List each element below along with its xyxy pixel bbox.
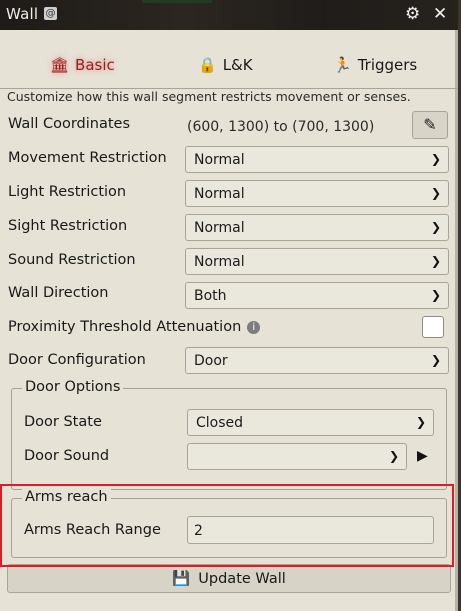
sight-restriction-value: Normal [194, 220, 245, 236]
tab-lk[interactable]: 🔒 L&K [198, 56, 253, 74]
sight-restriction-select[interactable]: Normal ❯ [185, 214, 449, 241]
close-icon[interactable]: ✕ [433, 4, 447, 24]
light-restriction-select[interactable]: Normal ❯ [185, 180, 449, 207]
proximity-threshold-text: Proximity Threshold Attenuation [8, 319, 242, 335]
movement-restriction-value: Normal [194, 152, 245, 168]
tab-bar: 🏛 Basic 🔒 L&K 🏃 Triggers [0, 40, 458, 89]
sound-restriction-value: Normal [194, 254, 245, 270]
chevron-down-icon: ❯ [388, 449, 399, 463]
chevron-down-icon: ❯ [430, 353, 441, 367]
light-restriction-value: Normal [194, 186, 245, 202]
tab-basic-label: Basic [75, 56, 115, 74]
proximity-threshold-label: Proximity Threshold Attenuation i [8, 319, 261, 335]
edit-coordinates-button[interactable]: ✎ [412, 111, 448, 139]
sight-restriction-label: Sight Restriction [8, 218, 128, 234]
play-icon[interactable]: ▶ [417, 448, 428, 464]
tab-triggers-label: Triggers [357, 56, 418, 74]
lock-icon: 🔒 [198, 56, 217, 74]
window-title: Wall [6, 5, 39, 23]
tab-basic[interactable]: 🏛 Basic [50, 56, 115, 74]
wall-direction-label: Wall Direction [8, 285, 109, 301]
document-id-badge[interactable]: @ [44, 7, 57, 20]
wall-coordinates-value: (600, 1300) to (700, 1300) [187, 119, 375, 135]
door-configuration-label: Door Configuration [8, 352, 146, 368]
wall-direction-value: Both [194, 288, 227, 304]
movement-restriction-select[interactable]: Normal ❯ [185, 146, 449, 173]
gear-icon[interactable]: ⚙ [405, 4, 420, 24]
chevron-down-icon: ❯ [430, 152, 441, 166]
chevron-down-icon: ❯ [430, 220, 441, 234]
window-titlebar[interactable]: Wall @ ⚙ ✕ [0, 0, 458, 30]
update-wall-label: Update Wall [198, 570, 286, 587]
chevron-down-icon: ❯ [415, 415, 426, 429]
info-icon[interactable]: i [247, 321, 261, 334]
highlight-annotation [0, 484, 454, 567]
door-configuration-value: Door [194, 353, 228, 369]
pencil-icon: ✎ [423, 115, 437, 134]
door-state-label: Door State [24, 414, 102, 430]
door-state-value: Closed [196, 415, 244, 431]
sound-restriction-label: Sound Restriction [8, 252, 136, 268]
tab-lk-label: L&K [222, 56, 253, 74]
tab-triggers[interactable]: 🏃 Triggers [333, 56, 417, 74]
door-state-select[interactable]: Closed ❯ [187, 409, 434, 436]
door-options-legend: Door Options [22, 379, 124, 395]
chevron-down-icon: ❯ [430, 186, 441, 200]
update-wall-button[interactable]: 💾 Update Wall [7, 564, 451, 593]
light-restriction-label: Light Restriction [8, 184, 127, 200]
movement-restriction-label: Movement Restriction [8, 150, 167, 166]
chevron-down-icon: ❯ [430, 254, 441, 268]
proximity-threshold-checkbox[interactable] [422, 316, 444, 338]
wall-coordinates-label: Wall Coordinates [8, 116, 131, 132]
door-sound-label: Door Sound [24, 448, 110, 464]
form-hint: Customize how this wall segment restrict… [7, 89, 411, 104]
running-icon: 🏃 [333, 56, 352, 74]
chevron-down-icon: ❯ [430, 288, 441, 302]
door-options-fieldset: Door Options [11, 379, 447, 490]
bank-icon: 🏛 [50, 56, 70, 74]
save-icon: 💾 [172, 571, 191, 587]
door-configuration-select[interactable]: Door ❯ [185, 347, 449, 374]
door-sound-select[interactable]: ❯ [187, 443, 407, 470]
wall-config-window: Wall @ ⚙ ✕ 🏛 Basic 🔒 L&K 🏃 Triggers Cust… [0, 0, 458, 611]
wall-direction-select[interactable]: Both ❯ [185, 282, 449, 309]
sound-restriction-select[interactable]: Normal ❯ [185, 248, 449, 275]
